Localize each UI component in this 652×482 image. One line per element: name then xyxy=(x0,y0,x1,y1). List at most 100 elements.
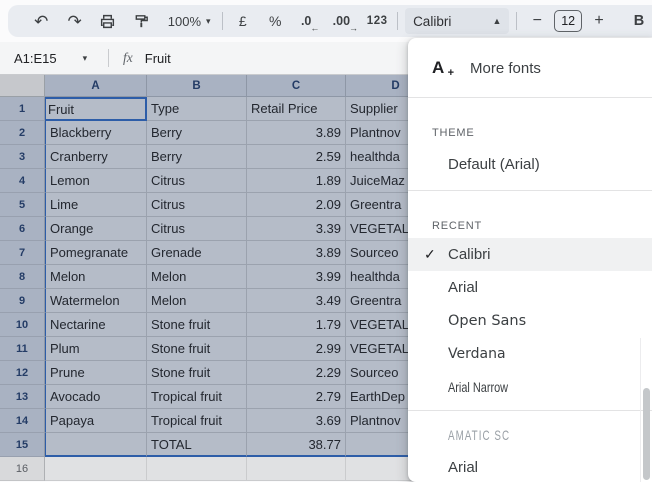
decrease-decimal-icon: .0 ← xyxy=(300,14,320,33)
formula-input[interactable]: Fruit xyxy=(145,51,171,66)
menu-item-calibri[interactable]: ✓ Calibri xyxy=(408,238,652,271)
percent-format-button[interactable]: % xyxy=(262,8,288,34)
theme-section-label: THEME xyxy=(432,127,475,139)
cell[interactable]: Plum xyxy=(45,337,147,361)
zoom-select[interactable]: 100% ▾ xyxy=(164,8,215,34)
row-header-8[interactable]: 8 xyxy=(0,265,45,289)
row-header-6[interactable]: 6 xyxy=(0,217,45,241)
cell[interactable]: 3.89 xyxy=(247,121,346,145)
menu-item-arial-narrow[interactable]: Arial Narrow xyxy=(408,370,652,403)
cell[interactable]: Melon xyxy=(147,289,247,313)
row-header-14[interactable]: 14 xyxy=(0,409,45,433)
more-fonts-item[interactable]: A + More fonts xyxy=(408,46,652,90)
row-header-2[interactable]: 2 xyxy=(0,121,45,145)
cell[interactable]: Lemon xyxy=(45,169,147,193)
row-header-3[interactable]: 3 xyxy=(0,145,45,169)
cell[interactable]: Grenade xyxy=(147,241,247,265)
row-header-13[interactable]: 13 xyxy=(0,385,45,409)
cell[interactable]: 3.89 xyxy=(247,241,346,265)
cell[interactable]: 2.29 xyxy=(247,361,346,385)
row-header-5[interactable]: 5 xyxy=(0,193,45,217)
undo-button[interactable]: ↶ xyxy=(28,8,54,34)
cell[interactable]: Melon xyxy=(147,265,247,289)
cell[interactable]: 3.39 xyxy=(247,217,346,241)
font-item-label: Open Sans xyxy=(448,312,527,329)
menu-item-arial[interactable]: Arial xyxy=(408,451,652,482)
cell[interactable]: 2.99 xyxy=(247,337,346,361)
row-header-12[interactable]: 12 xyxy=(0,361,45,385)
cell[interactable] xyxy=(45,433,147,457)
row-header-7[interactable]: 7 xyxy=(0,241,45,265)
bold-button[interactable]: B xyxy=(626,8,652,34)
increase-font-size-button[interactable]: + xyxy=(586,8,612,34)
cell[interactable]: Papaya xyxy=(45,409,147,433)
column-header-A[interactable]: A xyxy=(45,75,147,97)
cell[interactable]: Stone fruit xyxy=(147,337,247,361)
menu-item-arial[interactable]: Arial xyxy=(408,271,652,304)
redo-button[interactable]: ↷ xyxy=(62,8,88,34)
cell[interactable]: 1.79 xyxy=(247,313,346,337)
name-box[interactable]: A1:E15 ▾ xyxy=(0,51,100,66)
number-format-icon: 123 xyxy=(366,15,388,27)
paint-format-button[interactable] xyxy=(128,8,154,34)
cell[interactable]: Melon xyxy=(45,265,147,289)
decrease-font-size-button[interactable]: − xyxy=(524,8,550,34)
column-header-C[interactable]: C xyxy=(247,75,346,97)
cell[interactable]: Nectarine xyxy=(45,313,147,337)
row-header-10[interactable]: 10 xyxy=(0,313,45,337)
font-family-select[interactable]: Calibri ▲ xyxy=(405,8,510,34)
row-header-4[interactable]: 4 xyxy=(0,169,45,193)
font-size-input[interactable]: 12 xyxy=(554,10,583,32)
cell[interactable]: 2.09 xyxy=(247,193,346,217)
cell[interactable]: Tropical fruit xyxy=(147,385,247,409)
cell[interactable]: Avocado xyxy=(45,385,147,409)
cell[interactable]: Citrus xyxy=(147,169,247,193)
currency-format-button[interactable]: £ xyxy=(230,8,256,34)
cell[interactable]: Stone fruit xyxy=(147,313,247,337)
cell[interactable]: Pomegranate xyxy=(45,241,147,265)
menu-scrollbar[interactable] xyxy=(643,388,650,480)
cell[interactable]: Watermelon xyxy=(45,289,147,313)
cell[interactable]: Retail Price xyxy=(247,97,346,121)
cell[interactable]: Lime xyxy=(45,193,147,217)
cell[interactable]: 3.49 xyxy=(247,289,346,313)
cell[interactable]: 3.99 xyxy=(247,265,346,289)
row-header-1[interactable]: 1 xyxy=(0,97,45,121)
cell[interactable]: 1.89 xyxy=(247,169,346,193)
menu-item-amatic-sc[interactable]: Amatic SC xyxy=(408,418,652,451)
cell[interactable]: 38.77 xyxy=(247,433,346,457)
menu-divider xyxy=(408,410,652,411)
cell[interactable]: Tropical fruit xyxy=(147,409,247,433)
cell[interactable]: Type xyxy=(147,97,247,121)
cell[interactable]: Prune xyxy=(45,361,147,385)
menu-item-default-arial[interactable]: Default (Arial) xyxy=(408,145,652,183)
number-format-button[interactable]: 123 xyxy=(364,8,390,34)
cell[interactable] xyxy=(247,457,346,481)
cell[interactable] xyxy=(45,457,147,481)
select-all-corner[interactable] xyxy=(0,75,45,97)
row-header-15[interactable]: 15 xyxy=(0,433,45,457)
cell[interactable]: TOTAL xyxy=(147,433,247,457)
cell[interactable]: 2.59 xyxy=(247,145,346,169)
increase-decimal-button[interactable]: .00 → xyxy=(330,8,358,34)
cell[interactable]: 2.79 xyxy=(247,385,346,409)
row-header-11[interactable]: 11 xyxy=(0,337,45,361)
cell[interactable]: Berry xyxy=(147,121,247,145)
cell[interactable] xyxy=(147,457,247,481)
cell[interactable]: Fruit xyxy=(45,97,147,121)
cell[interactable]: Orange xyxy=(45,217,147,241)
column-header-B[interactable]: B xyxy=(147,75,247,97)
cell[interactable]: Berry xyxy=(147,145,247,169)
decrease-decimal-button[interactable]: .0 ← xyxy=(295,8,321,34)
cell[interactable]: Blackberry xyxy=(45,121,147,145)
row-header-9[interactable]: 9 xyxy=(0,289,45,313)
menu-item-verdana[interactable]: Verdana xyxy=(408,337,652,370)
menu-item-open-sans[interactable]: Open Sans xyxy=(408,304,652,337)
row-header-16[interactable]: 16 xyxy=(0,457,45,481)
cell[interactable]: 3.69 xyxy=(247,409,346,433)
cell[interactable]: Citrus xyxy=(147,217,247,241)
cell[interactable]: Cranberry xyxy=(45,145,147,169)
cell[interactable]: Citrus xyxy=(147,193,247,217)
print-button[interactable] xyxy=(95,8,121,34)
cell[interactable]: Stone fruit xyxy=(147,361,247,385)
